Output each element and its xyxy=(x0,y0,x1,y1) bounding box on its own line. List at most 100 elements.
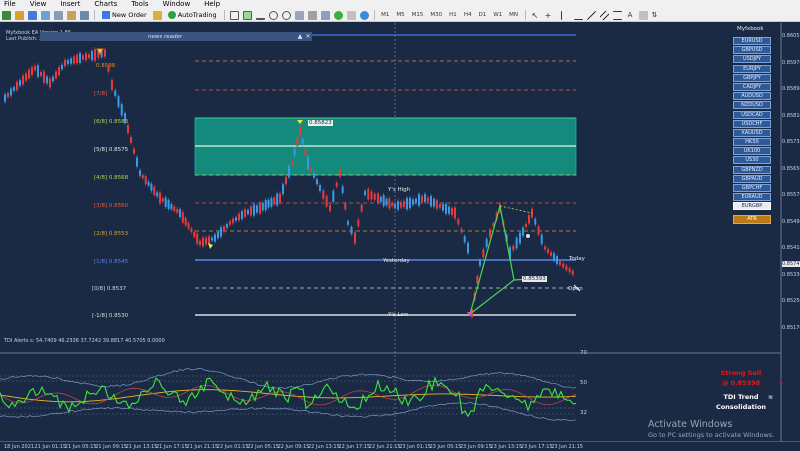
close-icon[interactable]: ✕ xyxy=(304,33,312,40)
price-axis[interactable]: 0.86055 0.85970 0.85890 0.85810 0.85735 0.856… xyxy=(781,23,800,353)
periods-icon[interactable] xyxy=(346,10,356,20)
pair-button-usdcad[interactable]: USDCAD xyxy=(733,110,771,119)
timeframe-h4[interactable]: H4 xyxy=(460,12,475,18)
timeframe-m30[interactable]: M30 xyxy=(427,12,446,18)
indicators-icon[interactable] xyxy=(333,10,343,20)
metaeditor-icon[interactable] xyxy=(152,10,162,20)
new-chart-icon[interactable] xyxy=(2,10,11,20)
label-icon[interactable] xyxy=(638,10,648,20)
channel-icon[interactable] xyxy=(599,10,609,20)
crosshair-icon[interactable]: + xyxy=(544,11,553,20)
price-tick: 0.85410 xyxy=(782,245,800,251)
candle-body xyxy=(7,92,9,98)
candle-body xyxy=(173,206,176,211)
candle-body xyxy=(288,166,290,178)
menu-file[interactable]: File xyxy=(0,0,23,9)
profiles-icon[interactable] xyxy=(28,10,37,20)
time-axis[interactable]: 18 Jun 2021 21 Jun 01:15 21 Jun 05:15 21 Ju… xyxy=(0,441,800,451)
pair-button-gbpnzd[interactable]: GBPNZD xyxy=(733,165,771,174)
fibonacci-icon[interactable] xyxy=(612,10,622,20)
templates-icon[interactable] xyxy=(359,10,369,20)
text-icon[interactable]: A xyxy=(626,11,635,20)
open-folder-icon[interactable] xyxy=(15,10,24,20)
candle-body xyxy=(360,204,363,212)
pair-button-hk50[interactable]: HK50 xyxy=(733,138,771,147)
autotrading-button[interactable]: AutoTrading xyxy=(164,10,221,21)
menu-view[interactable]: View xyxy=(23,0,54,9)
line-chart-icon[interactable] xyxy=(255,11,265,20)
timeframe-m1[interactable]: M1 xyxy=(378,12,393,18)
pair-button-gbpchf[interactable]: GBPCHF xyxy=(733,184,771,192)
pair-button-xauusd[interactable]: XAUUSD xyxy=(733,128,771,137)
pair-button-uk100[interactable]: UK100 xyxy=(733,147,771,156)
candle-body xyxy=(82,55,84,60)
cursor-icon[interactable]: ↖ xyxy=(531,11,540,20)
navigator-icon[interactable] xyxy=(54,10,63,20)
news-reader-bar[interactable]: news reader ▲ ✕ xyxy=(40,32,312,41)
chart-shift-icon[interactable] xyxy=(307,10,317,20)
menu-window[interactable]: Window xyxy=(156,0,198,9)
candle-body xyxy=(485,238,488,248)
pair-button-eurusd[interactable]: EURUSD xyxy=(733,37,771,45)
menu-help[interactable]: Help xyxy=(197,0,227,9)
pair-button-usdchf[interactable]: USDCHF xyxy=(733,119,771,128)
candle-body xyxy=(445,203,447,214)
market-watch-icon[interactable] xyxy=(41,10,50,20)
candle-body xyxy=(130,137,132,143)
menu-insert[interactable]: Insert xyxy=(53,0,87,9)
candle-body xyxy=(250,206,252,216)
candle-body xyxy=(10,88,12,96)
pair-button-gbpjpy[interactable]: GBPJPY xyxy=(733,73,771,82)
menu-charts[interactable]: Charts xyxy=(87,0,124,9)
pair-button-audusd[interactable]: AUDUSD xyxy=(733,92,771,101)
candle-body xyxy=(377,193,379,203)
pair-button-usdjpy[interactable]: USDJPY xyxy=(733,55,771,64)
candle-body xyxy=(259,202,261,214)
arrows-icon[interactable]: ⇅ xyxy=(652,11,661,20)
candle-body xyxy=(58,67,60,75)
horizontal-line-icon[interactable] xyxy=(573,11,583,20)
candle-body xyxy=(550,252,552,256)
candle-body xyxy=(49,78,51,88)
pair-button-euraud[interactable]: EURAUD xyxy=(733,193,771,202)
pair-button-eurgbp[interactable]: EURGBP xyxy=(733,202,771,211)
collapse-icon[interactable]: ▲ xyxy=(296,33,304,40)
candle-body xyxy=(261,202,264,211)
new-order-button[interactable]: New Order xyxy=(98,10,151,21)
pair-button-us30[interactable]: US30 xyxy=(733,156,771,165)
timeframe-w1[interactable]: W1 xyxy=(490,12,506,18)
timeframe-mn[interactable]: MN xyxy=(506,12,522,18)
candle-body xyxy=(147,181,150,186)
bar-chart-icon[interactable] xyxy=(229,10,239,20)
zoom-out-icon[interactable] xyxy=(281,10,291,20)
timeframe-m15[interactable]: M15 xyxy=(408,12,427,18)
toolbar-separator xyxy=(223,10,225,20)
trendline-icon[interactable] xyxy=(586,10,596,20)
candle-body xyxy=(350,226,353,235)
watermark-subtitle: Go to PC settings to activate Windows. xyxy=(648,431,775,439)
candlestick-icon[interactable] xyxy=(242,10,252,20)
autoscroll-icon[interactable] xyxy=(320,10,330,20)
timeframe-d1[interactable]: D1 xyxy=(475,12,490,18)
zoom-in-icon[interactable] xyxy=(268,10,278,20)
atr-button[interactable]: ATR xyxy=(733,215,771,225)
pair-button-cadjpy[interactable]: CADJPY xyxy=(733,82,771,91)
pair-button-gbpaud[interactable]: GBPAUD xyxy=(733,174,771,183)
time-tick: 23 Jun 05:15 xyxy=(429,444,462,450)
menu-tools[interactable]: Tools xyxy=(124,0,155,9)
candle-body xyxy=(133,148,135,154)
chart-area[interactable]: Myfxbook EA Version 1.86 Last Publish: 2… xyxy=(0,23,800,441)
pair-button-eurjpy[interactable]: EURJPY xyxy=(733,64,771,73)
timeframe-h1[interactable]: H1 xyxy=(446,12,461,18)
candle-body xyxy=(111,80,113,90)
level-label-1-8: [1/8] 0.8545 xyxy=(94,259,129,265)
tile-windows-icon[interactable] xyxy=(294,10,304,20)
candle-body xyxy=(388,198,391,209)
candle-body xyxy=(270,197,273,207)
tester-icon[interactable] xyxy=(80,10,89,20)
vertical-line-icon[interactable] xyxy=(560,10,570,20)
pair-button-nzdusd[interactable]: NZDUSD xyxy=(733,101,771,110)
pair-button-gbpusd[interactable]: GBPUSD xyxy=(733,46,771,55)
timeframe-m5[interactable]: M5 xyxy=(393,12,408,18)
terminal-icon[interactable] xyxy=(67,10,76,20)
